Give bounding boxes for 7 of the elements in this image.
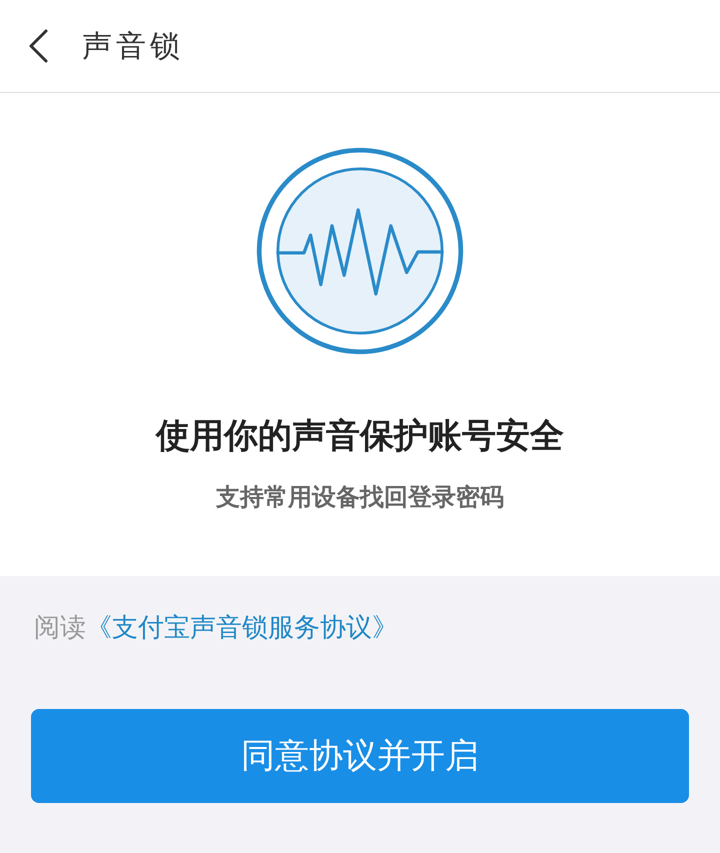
intro-title: 使用你的声音保护账号安全 (156, 415, 564, 458)
back-icon[interactable] (28, 29, 48, 63)
agree-enable-button[interactable]: 同意协议并开启 (31, 709, 689, 803)
intro-subtitle: 支持常用设备找回登录密码 (216, 482, 504, 513)
agreement-link[interactable]: 《支付宝声音锁服务协议》 (86, 613, 398, 643)
page-title: 声音锁 (82, 28, 184, 66)
read-label: 阅读 (34, 613, 86, 643)
